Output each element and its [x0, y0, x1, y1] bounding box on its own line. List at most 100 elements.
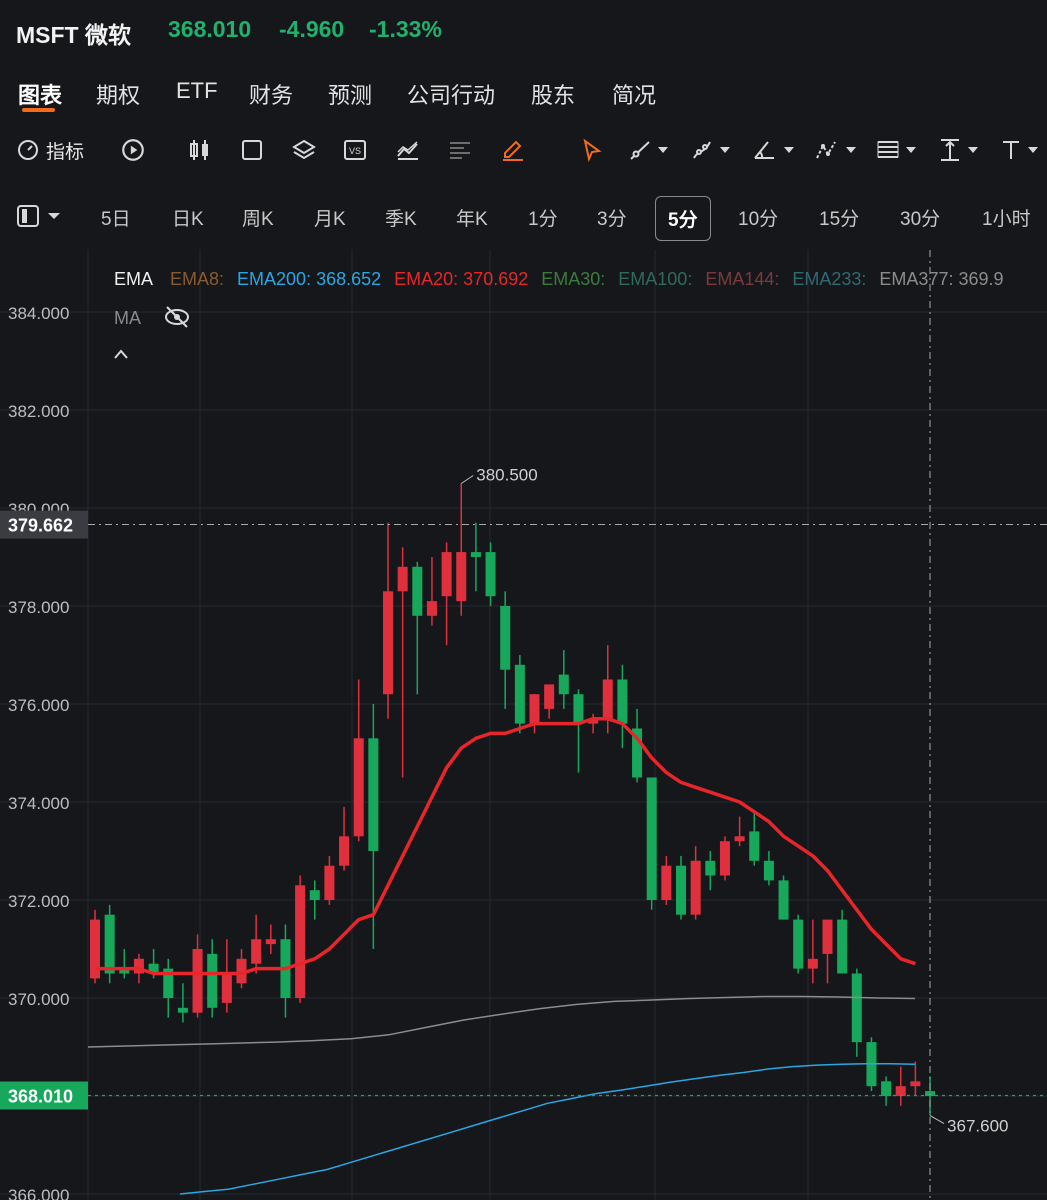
layers-button[interactable] [291, 136, 317, 164]
period-5d[interactable]: 5日 [101, 204, 131, 231]
candle-body[interactable] [177, 1007, 188, 1013]
tab-financials[interactable]: 财务 [249, 78, 293, 110]
candle-body[interactable] [500, 606, 511, 670]
fib-icon [877, 141, 899, 158]
candle-body[interactable] [676, 865, 686, 915]
pattern-tool-button[interactable] [814, 136, 856, 164]
candle-body[interactable] [221, 973, 232, 1003]
candle-body[interactable] [558, 674, 569, 695]
chevron-up-icon[interactable] [114, 349, 128, 359]
text-lines-button[interactable] [448, 136, 472, 164]
square-icon [242, 140, 262, 160]
candle-body[interactable] [734, 836, 745, 842]
chevron-down-icon [1028, 147, 1038, 153]
trendline-button[interactable] [628, 136, 668, 164]
candle-body[interactable] [705, 860, 716, 876]
drawing-toolbar: 指标 VS [0, 128, 1047, 172]
period-15min[interactable]: 15分 [819, 204, 859, 231]
period-week[interactable]: 周K [242, 204, 274, 231]
candle-body[interactable] [251, 939, 262, 964]
candle-body[interactable] [485, 552, 496, 597]
tab-forecast[interactable]: 预测 [328, 78, 372, 110]
indicator-chart-button[interactable] [395, 136, 421, 164]
candle-body[interactable] [617, 679, 628, 724]
candle-body[interactable] [719, 841, 730, 876]
tab-profile[interactable]: 简况 [612, 78, 656, 110]
eye-slash-icon[interactable] [165, 306, 189, 328]
period-month[interactable]: 月K [314, 204, 346, 231]
period-10min[interactable]: 10分 [738, 204, 778, 231]
candle-body[interactable] [837, 919, 848, 974]
candle-body[interactable] [295, 885, 306, 998]
candle-body[interactable] [793, 919, 804, 969]
cursor-button[interactable] [581, 136, 603, 164]
indicators-button[interactable]: 指标 [16, 136, 84, 164]
period-quarter[interactable]: 季K [385, 204, 417, 231]
candle-body[interactable] [397, 566, 408, 592]
candle-body[interactable] [207, 953, 218, 1008]
candle-body[interactable] [412, 566, 423, 616]
period-30min[interactable]: 30分 [900, 204, 940, 231]
period-3min[interactable]: 3分 [597, 204, 627, 231]
angle-tool-button[interactable] [752, 136, 794, 164]
price-range-tool-button[interactable] [938, 136, 978, 164]
candle-body[interactable] [353, 738, 364, 837]
candle-body[interactable] [778, 880, 789, 920]
period-1min[interactable]: 1分 [528, 204, 558, 231]
text-tool-button[interactable] [1000, 136, 1038, 164]
price-change-percent: -1.33% [369, 16, 442, 42]
candle-body[interactable] [324, 865, 335, 900]
candle-body[interactable] [514, 664, 525, 724]
period-5min[interactable]: 5分 [655, 196, 711, 241]
candlestick-chart[interactable]: 384.000382.000380.000378.000376.000374.0… [0, 250, 1047, 1200]
tab-corporate-actions[interactable]: 公司行动 [407, 78, 495, 110]
symbol-name: MSFT 微软 [16, 22, 131, 48]
candle-body[interactable] [807, 958, 818, 969]
pencil-button[interactable] [500, 136, 526, 164]
period-year[interactable]: 年K [456, 204, 488, 231]
candle-body[interactable] [470, 552, 481, 557]
candle-body[interactable] [822, 919, 833, 954]
candle-body[interactable] [383, 591, 393, 695]
y-tick-label: 374.000 [8, 794, 69, 813]
layout-toggle-button[interactable] [16, 202, 60, 230]
tab-shareholders[interactable]: 股东 [531, 78, 575, 110]
candle-body[interactable] [544, 684, 555, 709]
candle-body[interactable] [368, 738, 379, 851]
chart-line-icon [397, 141, 418, 160]
candle-body[interactable] [104, 914, 115, 974]
candle-body[interactable] [895, 1086, 906, 1096]
fib-tool-button[interactable] [876, 136, 916, 164]
candle-body[interactable] [910, 1081, 921, 1087]
candle-body[interactable] [646, 777, 657, 901]
candle-body[interactable] [456, 552, 467, 602]
replay-button[interactable] [120, 136, 146, 164]
candle-body[interactable] [602, 679, 613, 719]
brush-button[interactable] [690, 136, 730, 164]
tab-options[interactable]: 期权 [96, 78, 140, 110]
candle-body[interactable] [573, 694, 584, 724]
chevron-down-icon [906, 147, 916, 153]
tab-etf[interactable]: ETF [176, 78, 218, 104]
candle-body[interactable] [441, 552, 452, 597]
candle-body[interactable] [529, 694, 540, 724]
candle-body[interactable] [661, 865, 672, 900]
compare-button[interactable]: VS [343, 136, 367, 164]
candle-body[interactable] [881, 1081, 892, 1096]
candle-body[interactable] [309, 890, 320, 900]
price-chart[interactable]: 384.000 382.000 380.000 378.000 376.000 374.0… [0, 250, 1047, 1200]
candle-body[interactable] [749, 831, 760, 861]
candle-body[interactable] [690, 860, 701, 915]
chart-type-button[interactable] [188, 136, 212, 164]
candle-body[interactable] [265, 939, 276, 945]
candle-body[interactable] [763, 860, 774, 881]
candle-body[interactable] [851, 973, 862, 1043]
candle-body[interactable] [339, 836, 350, 866]
square-tool-button[interactable] [241, 136, 263, 164]
candle-body[interactable] [192, 949, 203, 1013]
text-lines-icon [450, 142, 470, 159]
period-1hour[interactable]: 1小时 [982, 204, 1031, 231]
tab-chart[interactable]: 图表 [18, 78, 62, 110]
period-day[interactable]: 日K [172, 204, 204, 231]
candle-body[interactable] [426, 601, 437, 616]
